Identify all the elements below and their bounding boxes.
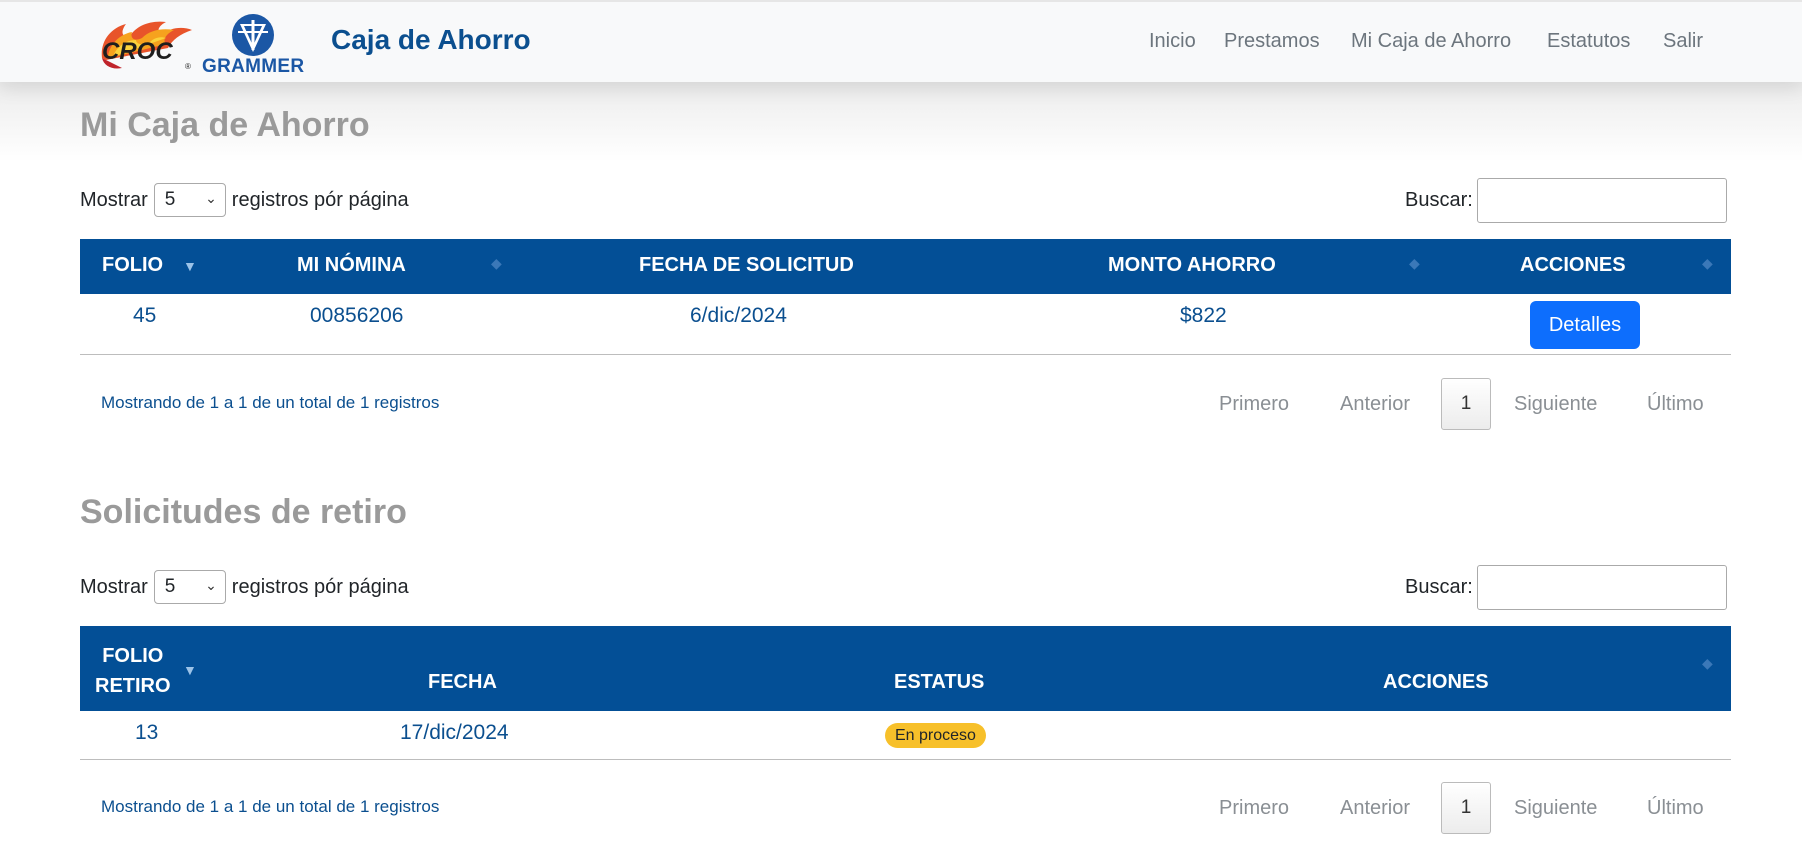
pagination-first[interactable]: Primero — [1219, 393, 1289, 416]
pagination-last[interactable]: Último — [1647, 393, 1704, 416]
table-row: 13 17/dic/2024 En proceso — [80, 711, 1731, 760]
pagination-next[interactable]: Siguiente — [1514, 393, 1597, 416]
col-folio-retiro-line2: RETIRO — [95, 675, 171, 697]
pagination-first[interactable]: Primero — [1219, 797, 1289, 820]
sort-icon: ◆ — [1702, 655, 1713, 671]
top-navbar: CROC ® GRAMMER Caja de Ahorro Inicio Pre… — [0, 0, 1802, 82]
savings-search-input[interactable] — [1476, 178, 1727, 223]
grammer-logo-text: GRAMMER — [202, 56, 305, 77]
pagination-previous[interactable]: Anterior — [1340, 393, 1410, 416]
col-estatus[interactable]: ESTATUS — [894, 671, 984, 694]
savings-length-control: Mostrar 5 ⌄ registros pór página — [80, 183, 409, 217]
col-folio[interactable]: FOLIO — [102, 254, 163, 277]
savings-section-title: Mi Caja de Ahorro — [80, 106, 370, 144]
withdrawals-table-header: FOLIO RETIRO ▼ FECHA ESTATUS ACCIONES ◆ — [80, 626, 1731, 711]
sort-icon: ▼ — [183, 258, 197, 274]
search-label: Buscar: — [1405, 576, 1473, 598]
cell-folio-retiro: 13 — [135, 721, 159, 744]
col-acciones: ACCIONES — [1383, 671, 1489, 693]
col-folio-retiro[interactable]: FOLIO RETIRO — [95, 641, 171, 701]
pagination-page-1[interactable]: 1 — [1441, 782, 1491, 834]
withdrawals-length-control: Mostrar 5 ⌄ registros pór página — [80, 570, 409, 604]
croc-registered-mark: ® — [185, 62, 191, 71]
cell-nomina: 00856206 — [310, 304, 404, 327]
grammer-logo-icon — [232, 14, 274, 56]
sort-icon: ◆ — [1409, 255, 1420, 271]
cell-monto: $822 — [1180, 304, 1227, 327]
col-folio-retiro-line1: FOLIO — [102, 645, 164, 667]
sort-icon: ▼ — [183, 662, 197, 678]
withdrawals-section-title: Solicitudes de retiro — [80, 493, 407, 531]
sort-icon: ◆ — [491, 255, 502, 271]
nav-prestamos[interactable]: Prestamos — [1224, 30, 1320, 53]
length-label-suffix: registros pór página — [231, 575, 409, 598]
nav-mi-caja-de-ahorro[interactable]: Mi Caja de Ahorro — [1351, 30, 1511, 53]
status-badge: En proceso — [885, 723, 986, 748]
croc-logo-text: CROC — [102, 38, 173, 65]
savings-table-header: FOLIO ▼ MI NÓMINA ◆ FECHA DE SOLICITUD M… — [80, 239, 1731, 294]
col-fecha[interactable]: FECHA — [428, 671, 497, 694]
brand-title[interactable]: Caja de Ahorro — [331, 24, 531, 56]
length-label-prefix: Mostrar — [80, 575, 148, 598]
nav-salir[interactable]: Salir — [1663, 30, 1703, 53]
cell-fecha: 6/dic/2024 — [690, 304, 787, 327]
chevron-down-icon: ⌄ — [205, 190, 217, 206]
savings-page-length-select[interactable]: 5 ⌄ — [153, 183, 226, 217]
length-label-suffix: registros pór página — [231, 188, 409, 211]
col-mi-nomina[interactable]: MI NÓMINA — [297, 254, 406, 277]
cell-folio: 45 — [133, 304, 157, 327]
pagination-previous[interactable]: Anterior — [1340, 797, 1410, 820]
withdrawals-table-info: Mostrando de 1 a 1 de un total de 1 regi… — [101, 797, 440, 816]
col-fecha-solicitud[interactable]: FECHA DE SOLICITUD — [639, 254, 854, 277]
table-row: 45 00856206 6/dic/2024 $822 Detalles — [80, 294, 1731, 355]
pagination-page-1[interactable]: 1 — [1441, 378, 1491, 430]
withdrawals-search-control: Buscar: — [1405, 565, 1727, 610]
select-value: 5 — [164, 189, 176, 210]
savings-table-info: Mostrando de 1 a 1 de un total de 1 regi… — [101, 393, 440, 412]
col-acciones: ACCIONES — [1520, 254, 1626, 276]
pagination-next[interactable]: Siguiente — [1514, 797, 1597, 820]
withdrawals-search-input[interactable] — [1476, 565, 1727, 610]
search-label: Buscar: — [1405, 189, 1473, 211]
length-label-prefix: Mostrar — [80, 188, 148, 211]
withdrawals-page-length-select[interactable]: 5 ⌄ — [153, 570, 226, 604]
details-button[interactable]: Detalles — [1530, 301, 1640, 349]
savings-search-control: Buscar: — [1405, 178, 1727, 223]
nav-inicio[interactable]: Inicio — [1149, 30, 1196, 53]
cell-fecha: 17/dic/2024 — [400, 721, 509, 744]
chevron-down-icon: ⌄ — [205, 577, 217, 593]
sort-icon: ◆ — [1702, 255, 1713, 271]
nav-estatutos[interactable]: Estatutos — [1547, 30, 1630, 53]
pagination-last[interactable]: Último — [1647, 797, 1704, 820]
select-value: 5 — [164, 576, 176, 597]
col-monto-ahorro[interactable]: MONTO AHORRO — [1108, 254, 1276, 277]
